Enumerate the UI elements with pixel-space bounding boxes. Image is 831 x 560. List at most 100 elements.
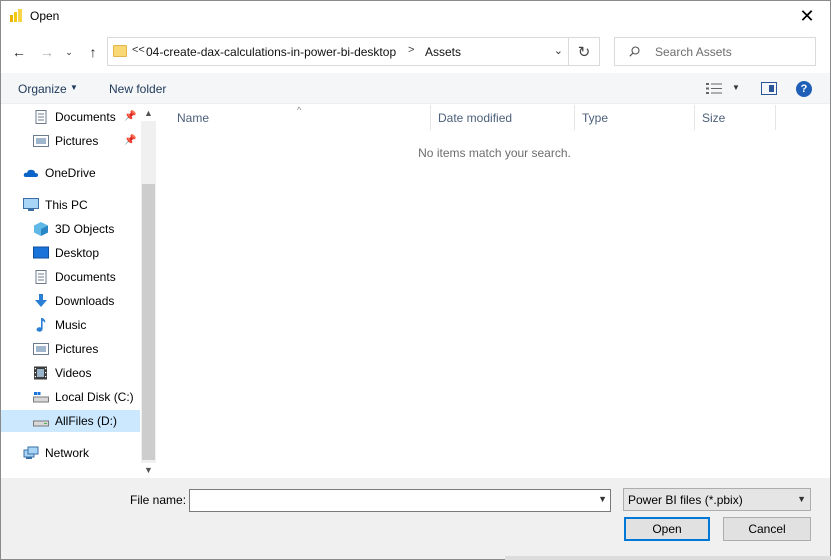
organize-button[interactable]: Organize — [18, 82, 67, 96]
drive-icon — [33, 392, 49, 403]
column-header-type[interactable]: Type — [575, 105, 695, 130]
file-name-label: File name: — [130, 493, 187, 507]
sidebar-item-allfiles-d[interactable]: AllFiles (D:) — [1, 410, 140, 432]
sidebar-item-label: Pictures — [55, 342, 99, 356]
cube-icon — [34, 222, 48, 236]
file-list-pane: ^ Name Date modified Type Size No items … — [159, 105, 830, 478]
scrollbar-thumb[interactable] — [142, 184, 155, 460]
folder-icon — [113, 45, 127, 57]
help-icon[interactable]: ? — [796, 81, 812, 97]
sidebar-item-3d-objects[interactable]: 3D Objects — [33, 218, 114, 240]
sidebar-item-label: Desktop — [55, 246, 100, 260]
desktop-icon — [33, 246, 49, 259]
scroll-up-button[interactable]: ▲ — [141, 105, 156, 121]
sidebar-item-documents[interactable]: Documents — [33, 266, 116, 288]
file-name-input[interactable]: ▼ — [189, 489, 611, 512]
sidebar-item-label: Music — [55, 318, 87, 332]
sidebar-item-label: 3D Objects — [55, 222, 115, 236]
cancel-button[interactable]: Cancel — [723, 517, 811, 541]
command-toolbar: Organize ▼ New folder ▼ ? — [1, 73, 830, 104]
search-box[interactable]: Search Assets — [614, 37, 816, 66]
search-input[interactable]: Search Assets — [655, 45, 732, 59]
pictures-icon — [33, 343, 49, 355]
breadcrumb-item-current[interactable]: Assets — [425, 45, 461, 59]
background-window-edge — [505, 556, 831, 560]
download-icon — [35, 294, 47, 307]
video-icon — [34, 366, 47, 380]
up-button[interactable]: ↑ — [83, 43, 103, 61]
address-bar[interactable]: << 04-create-dax-calculations-in-power-b… — [107, 37, 600, 66]
arrow-right-icon: → — [40, 44, 54, 60]
new-folder-button[interactable]: New folder — [109, 82, 166, 96]
sidebar-item-network[interactable]: Network — [23, 442, 89, 464]
open-button[interactable]: Open — [624, 517, 710, 541]
pc-icon — [23, 198, 39, 211]
column-header-name[interactable]: Name — [159, 105, 431, 130]
document-icon — [35, 270, 47, 284]
network-icon — [23, 446, 39, 459]
navigation-bar: ← → ⌄ ↑ << 04-create-dax-calculations-in… — [1, 35, 830, 69]
scroll-down-button[interactable]: ▼ — [141, 462, 156, 478]
sidebar-item-label: Local Disk (C:) — [55, 390, 134, 404]
document-icon — [35, 110, 47, 124]
onedrive-icon — [23, 169, 38, 177]
preview-pane-icon[interactable] — [761, 82, 777, 95]
refresh-icon: ↻ — [577, 43, 591, 61]
column-header-date-modified[interactable]: Date modified — [431, 105, 575, 130]
column-header-size[interactable]: Size — [695, 105, 776, 130]
breadcrumb-overflow[interactable]: << — [132, 44, 145, 56]
file-type-select[interactable]: Power BI files (*.pbix) ▼ — [623, 488, 811, 511]
sidebar-item-downloads[interactable]: Downloads — [33, 290, 114, 312]
close-button[interactable]: ✕ — [784, 1, 830, 32]
dialog-footer: File name: ▼ Power BI files (*.pbix) ▼ O… — [1, 478, 830, 559]
sidebar-item-desktop[interactable]: Desktop — [33, 242, 99, 264]
search-icon — [629, 46, 640, 57]
chevron-down-icon[interactable]: ▼ — [598, 494, 607, 504]
empty-results-message: No items match your search. — [418, 146, 571, 160]
sidebar-item-local-disk-c[interactable]: Local Disk (C:) — [33, 386, 134, 408]
sidebar-item-onedrive[interactable]: OneDrive — [23, 162, 96, 184]
back-button[interactable]: ← — [9, 43, 29, 61]
title-bar: Open ✕ — [1, 1, 830, 32]
window-title: Open — [30, 9, 60, 23]
chevron-down-icon: ▼ — [797, 494, 806, 504]
sidebar-item-label: AllFiles (D:) — [55, 414, 117, 428]
breadcrumb-separator-icon[interactable]: > — [408, 44, 414, 56]
chevron-up-icon: ▲ — [144, 108, 153, 118]
sidebar-item-music[interactable]: Music — [33, 314, 86, 336]
chevron-down-icon: ⌄ — [65, 46, 73, 57]
sidebar-item-label: Documents — [55, 110, 116, 124]
chevron-down-icon: ▼ — [144, 465, 153, 475]
column-header-label: Size — [702, 110, 726, 125]
address-dropdown-icon[interactable]: ⌄ — [554, 44, 563, 57]
arrow-left-icon: ← — [12, 44, 26, 60]
sidebar-item-label: This PC — [45, 198, 88, 212]
sidebar-item-pictures-quick[interactable]: Pictures — [33, 130, 98, 152]
open-file-dialog: Open ✕ ← → ⌄ ↑ << 04-create-dax-calculat… — [0, 0, 831, 560]
refresh-button[interactable]: ↻ — [568, 38, 599, 65]
recent-locations-button[interactable]: ⌄ — [62, 43, 76, 61]
sidebar-item-this-pc[interactable]: This PC — [23, 194, 88, 216]
sidebar-item-videos[interactable]: Videos — [33, 362, 91, 384]
column-header-label: Name — [177, 110, 210, 125]
sidebar-item-pictures[interactable]: Pictures — [33, 338, 98, 360]
open-button-label: Open — [652, 522, 682, 536]
forward-button[interactable]: → — [37, 43, 57, 61]
column-header-label: Date modified — [438, 110, 513, 125]
breadcrumb-item[interactable]: 04-create-dax-calculations-in-power-bi-d… — [146, 45, 396, 59]
sidebar-item-label: OneDrive — [45, 166, 96, 180]
pin-icon: 📌 — [124, 135, 137, 146]
navigation-pane: Documents 📌 Pictures 📌 OneDrive This PC … — [1, 105, 158, 478]
view-dropdown-icon[interactable]: ▼ — [732, 83, 740, 92]
power-bi-icon — [10, 9, 22, 22]
sidebar-item-documents-quick[interactable]: Documents — [33, 106, 116, 128]
sidebar-item-label: Network — [45, 446, 90, 460]
file-type-value: Power BI files (*.pbix) — [628, 493, 743, 507]
sidebar-item-label: Pictures — [55, 134, 99, 148]
drive-icon — [33, 420, 49, 427]
pin-icon: 📌 — [124, 111, 137, 122]
cancel-button-label: Cancel — [748, 522, 786, 536]
arrow-up-icon: ↑ — [89, 44, 97, 60]
view-options-icon[interactable] — [706, 82, 722, 95]
sidebar-item-label: Documents — [55, 270, 116, 284]
